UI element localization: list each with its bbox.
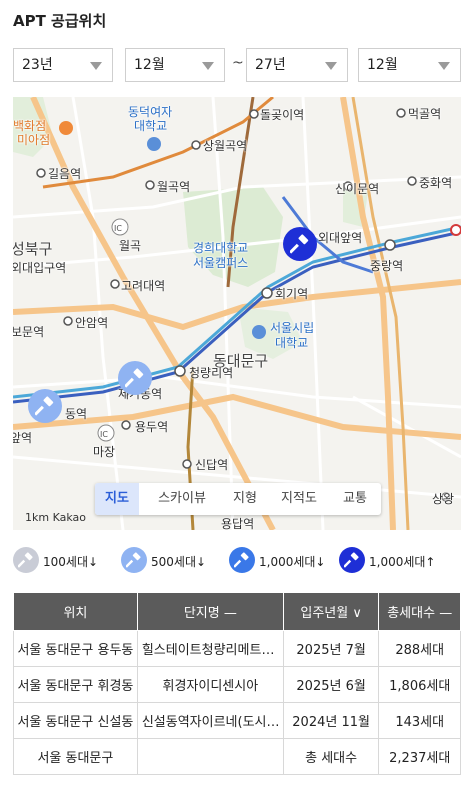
map-label: 용두역 [135,420,169,434]
header-location: 위치 [13,592,138,631]
legend-item: 100세대↓ [13,546,123,576]
start-month-select[interactable]: 12월 [125,48,225,82]
legend-item: 1,000세대↓ [229,546,339,576]
start-year-select[interactable]: 23년 [13,48,113,82]
map-label: 동역 [65,407,88,421]
cell-complex: 휘경자이디센시아 [136,666,284,703]
map-label: 대학교 [275,336,309,350]
map-label: 먹골역 [408,107,442,121]
chevron-down-icon [90,62,102,70]
map-label: 성북구 [13,240,53,258]
end-year-select[interactable]: 27년 [246,48,348,82]
map-label: 중랑역 [370,259,404,273]
cell-location: 서울 동대문구 휘경동 [13,666,138,703]
cell-units: 143세대 [378,702,461,739]
hammer-icon [290,234,309,254]
end-year-value: 27년 [255,57,286,73]
map-label: 상월곡역 [203,139,248,153]
map-view[interactable]: IC IC 동덕여자 대학교 돌곶이역 먹골역 백화점 미아점 상월곡역 길음역… [13,97,461,530]
map-label: 신답역 [195,458,229,472]
tab-traffic[interactable]: 교통 [333,483,377,515]
cell-complex: 힐스테이트청량리메트로블 [136,630,284,667]
chevron-down-icon [438,62,450,70]
map-label: 청량리역 [189,366,234,380]
map-label: 회기역 [275,287,309,301]
table-row[interactable]: 서울 동대문구 휘경동 휘경자이디센시아 2025년 6월 1,806세대 [13,666,461,703]
svg-text:IC: IC [114,224,122,233]
hammer-icon [121,547,147,573]
map-label: 보문역 [13,325,45,339]
map-label: 미아점 [17,133,51,147]
map-label: 대학교 [134,119,168,133]
map-label: 안암역 [75,316,109,330]
legend-label: 1,000세대↓ [259,555,326,569]
hammer-icon [125,368,144,388]
apt-supply-table: 위치 단지명 — 입주년월 ∨ 총세대수 — 서울 동대문구 용두동 힐스테이트… [13,592,461,775]
hammer-icon [339,547,365,573]
chevron-down-icon [202,62,214,70]
cell-units: 288세대 [378,630,461,667]
map-label: 길음역 [48,167,82,181]
map-label: 마장 [93,445,116,459]
header-complex-sort[interactable]: 단지명 — [136,592,284,631]
tab-cadastral[interactable]: 지적도 [271,483,327,515]
map-type-tabs: 지도 스카이뷰 지형 지적도 교통 [95,483,381,515]
table-total-row: 서울 동대문구 총 세대수 2,237세대 [13,738,461,775]
total-label: 총 세대수 [282,738,380,775]
start-year-value: 23년 [22,57,53,73]
map-label: 서울캠퍼스 [193,256,249,270]
total-location: 서울 동대문구 [13,738,138,775]
legend-label: 500세대↓ [151,555,207,569]
start-month-value: 12월 [134,57,165,73]
tab-skyview[interactable]: 스카이뷰 [147,483,217,515]
map-label: 돌곶이역 [260,108,305,122]
total-complex [136,738,284,775]
end-month-value: 12월 [367,57,398,73]
table-header-row: 위치 단지명 — 입주년월 ∨ 총세대수 — [13,592,461,631]
apt-pin-yongdu[interactable] [118,361,152,395]
map-label: 월곡 [119,239,142,253]
map-label: 월곡역 [157,180,191,194]
apt-pin-sinseol[interactable] [28,389,62,423]
map-label: 용답역 [221,517,255,530]
map-label: 외대입구역 [13,261,67,275]
legend-label: 1,000세대↑ [369,555,436,569]
map-label: 중화역 [419,176,453,190]
map-label: 외대앞역 [318,231,363,245]
page-title: APT 공급위치 [13,12,107,30]
map-scale: 1km Kakao [25,511,86,524]
hammer-icon [229,547,255,573]
legend-item: 500세대↓ [121,546,231,576]
period-filter: 23년 12월 ~ 27년 12월 [13,48,461,82]
svg-text:IC: IC [100,430,108,439]
legend-label: 100세대↓ [43,555,99,569]
tab-terrain[interactable]: 지형 [223,483,267,515]
table-row[interactable]: 서울 동대문구 신설동 신설동역자이르네(도시형) 2024년 11월 143세… [13,702,461,739]
map-label: 앞역 [13,431,33,445]
map-label: 상왕 [432,492,455,506]
table-row[interactable]: 서울 동대문구 용두동 힐스테이트청량리메트로블 2025년 7월 288세대 [13,630,461,667]
cell-location: 서울 동대문구 신설동 [13,702,138,739]
cell-date: 2024년 11월 [282,702,380,739]
apt-pin-hwigyeong[interactable] [283,227,317,261]
hammer-icon [35,396,54,416]
tab-map[interactable]: 지도 [95,483,139,515]
total-units: 2,237세대 [378,738,461,775]
map-label: 고려대역 [121,279,166,293]
legend-item: 1,000세대↑ [339,546,461,576]
cell-units: 1,806세대 [378,666,461,703]
cell-complex: 신설동역자이르네(도시형) [136,702,284,739]
range-separator: ~ [232,55,244,71]
chevron-down-icon [325,62,337,70]
end-month-select[interactable]: 12월 [358,48,461,82]
cell-date: 2025년 6월 [282,666,380,703]
map-label: 신이문역 [335,182,380,196]
header-units-sort[interactable]: 총세대수 — [378,592,461,631]
hammer-icon [13,547,39,573]
pin-legend: 100세대↓ 500세대↓ 1,000세대↓ 1,000세대↑ [13,546,461,576]
header-date-sort[interactable]: 입주년월 ∨ [282,592,380,631]
cell-location: 서울 동대문구 용두동 [13,630,138,667]
cell-date: 2025년 7월 [282,630,380,667]
